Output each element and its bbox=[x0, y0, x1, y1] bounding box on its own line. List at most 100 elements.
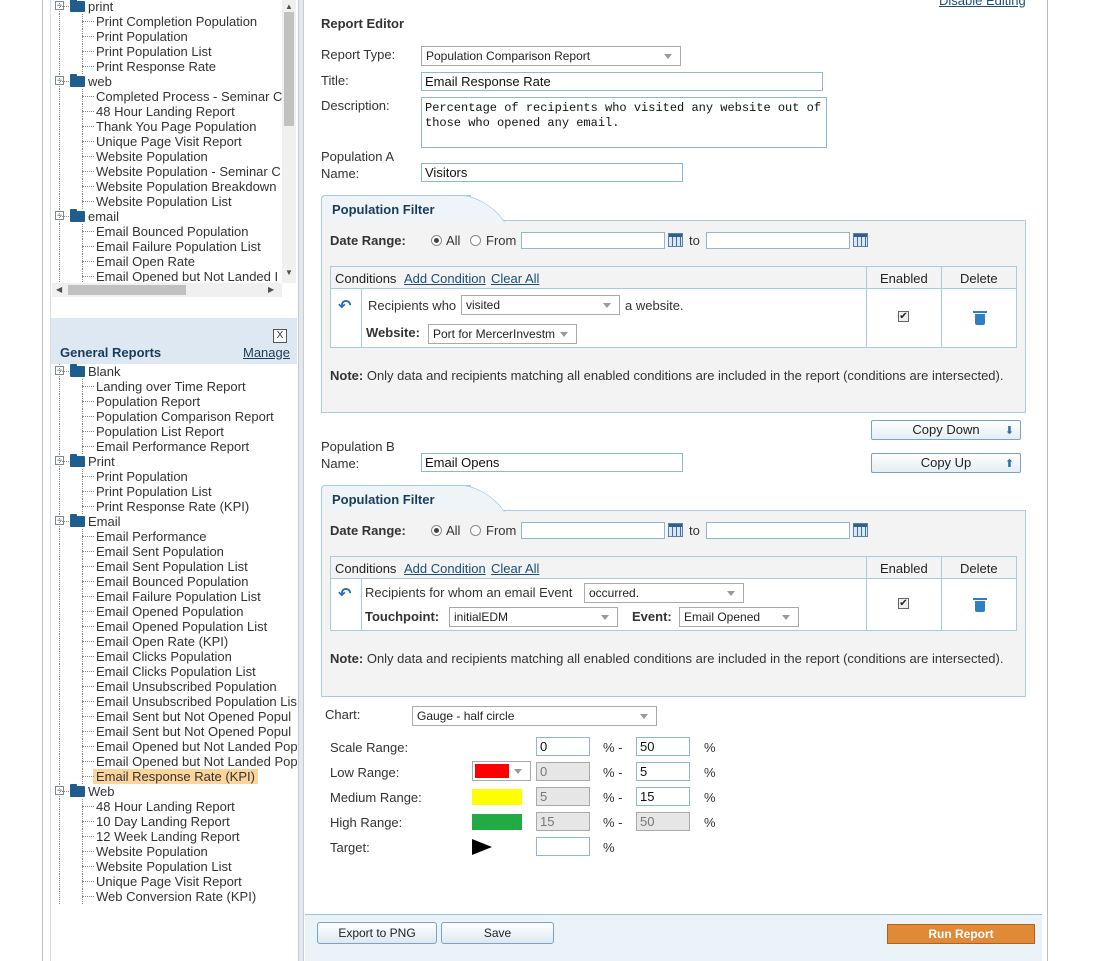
tree-item[interactable]: Population Report bbox=[52, 394, 298, 409]
date-from-input[interactable] bbox=[521, 522, 665, 539]
tree-item[interactable]: Email Failure Population List bbox=[52, 239, 282, 254]
tree-item[interactable]: Email Performance bbox=[52, 529, 298, 544]
tree-item[interactable]: Website Population List bbox=[52, 194, 282, 209]
tree-item[interactable]: Email Opened Population bbox=[52, 604, 298, 619]
tree-item[interactable]: Print Population bbox=[52, 29, 282, 44]
description-textarea[interactable] bbox=[421, 97, 827, 148]
undo-arrow-icon[interactable]: ↶ bbox=[338, 296, 351, 316]
tree-folder[interactable]: − email bbox=[52, 209, 282, 224]
tree-item[interactable]: Website Population bbox=[52, 844, 298, 859]
tree-item[interactable]: 48 Hour Landing Report bbox=[52, 799, 298, 814]
tree-folder[interactable]: − Blank bbox=[52, 364, 298, 379]
date-all-radio[interactable] bbox=[431, 525, 442, 536]
run-report-button[interactable]: Run Report bbox=[887, 924, 1035, 944]
chart-type-select[interactable]: Gauge - half circle bbox=[412, 706, 657, 726]
date-from-input[interactable] bbox=[521, 232, 665, 249]
tree-item[interactable]: Print Population List bbox=[52, 44, 282, 59]
tree-item[interactable]: Unique Page Visit Report bbox=[52, 134, 282, 149]
scroll-up-icon[interactable]: ▲ bbox=[285, 2, 293, 11]
copy-down-button[interactable]: Copy Down ⬇ bbox=[871, 420, 1021, 440]
tree-item[interactable]: Email Bounced Population bbox=[52, 224, 282, 239]
tree-item[interactable]: Email Opened but Not Landed I bbox=[52, 269, 282, 282]
trash-icon[interactable] bbox=[973, 311, 987, 325]
tree-item[interactable]: Email Response Rate (KPI) bbox=[52, 769, 298, 784]
tree-item[interactable]: Completed Process - Seminar C bbox=[52, 89, 282, 104]
tree-folder[interactable]: − Web bbox=[52, 784, 298, 799]
tree-folder[interactable]: − web bbox=[52, 74, 282, 89]
low-color-select[interactable] bbox=[472, 761, 531, 781]
tree-item[interactable]: Email Sent Population List bbox=[52, 559, 298, 574]
touchpoint-select[interactable]: initialEDM bbox=[449, 607, 618, 627]
date-to-input[interactable] bbox=[706, 232, 850, 249]
date-from-radio[interactable] bbox=[470, 235, 481, 246]
medium-max-input[interactable]: 15 bbox=[636, 787, 690, 806]
tree-item[interactable]: 12 Week Landing Report bbox=[52, 829, 298, 844]
tree-item[interactable]: Population List Report bbox=[52, 424, 298, 439]
tree-item[interactable]: 10 Day Landing Report bbox=[52, 814, 298, 829]
date-all-radio[interactable] bbox=[431, 235, 442, 246]
scroll-thumb-h[interactable] bbox=[68, 285, 186, 295]
tree-item[interactable]: Print Response Rate bbox=[52, 59, 282, 74]
tree-item[interactable]: Email Bounced Population bbox=[52, 574, 298, 589]
tree-item[interactable]: Email Open Rate (KPI) bbox=[52, 634, 298, 649]
tree-item[interactable]: Website Population - Seminar C bbox=[52, 164, 282, 179]
population-b-name-input[interactable]: Email Opens bbox=[421, 453, 683, 472]
tree-item[interactable]: Print Completion Population bbox=[52, 14, 282, 29]
title-input[interactable]: Email Response Rate bbox=[421, 72, 823, 91]
tree-folder[interactable]: − print bbox=[52, 0, 282, 14]
export-png-button[interactable]: Export to PNG bbox=[317, 922, 437, 944]
tree-item[interactable]: Email Opened Population List bbox=[52, 619, 298, 634]
condition-a-verb-select[interactable]: visited bbox=[461, 295, 620, 315]
calendar-icon[interactable] bbox=[853, 523, 868, 537]
save-button[interactable]: Save bbox=[441, 922, 554, 944]
tree-item[interactable]: Email Unsubscribed Population bbox=[52, 679, 298, 694]
tree-item[interactable]: Email Sent Population bbox=[52, 544, 298, 559]
scale-max-input[interactable]: 50 bbox=[636, 737, 690, 756]
tree-item[interactable]: 48 Hour Landing Report bbox=[52, 104, 282, 119]
tree-item[interactable]: Email Sent but Not Opened Popul bbox=[52, 709, 298, 724]
tree-item[interactable]: Email Clicks Population List bbox=[52, 664, 298, 679]
tree-item[interactable]: Email Open Rate bbox=[52, 254, 282, 269]
tree-item[interactable]: Population Comparison Report bbox=[52, 409, 298, 424]
tree-item[interactable]: Email Opened but Not Landed Pop bbox=[52, 739, 298, 754]
calendar-icon[interactable] bbox=[668, 233, 683, 247]
trash-icon[interactable] bbox=[973, 598, 987, 612]
undo-arrow-icon[interactable]: ↶ bbox=[338, 584, 351, 604]
tree-item[interactable]: Print Population bbox=[52, 469, 298, 484]
condition-b-enabled-checkbox[interactable]: ✔ bbox=[898, 598, 909, 609]
scale-min-input[interactable]: 0 bbox=[536, 737, 590, 756]
condition-b-event-select[interactable]: occurred. bbox=[584, 583, 744, 603]
tree-vertical-scrollbar[interactable]: ▲ ▼ bbox=[282, 0, 296, 283]
calendar-icon[interactable] bbox=[668, 523, 683, 537]
tree-item[interactable]: Email Failure Population List bbox=[52, 589, 298, 604]
tree-folder[interactable]: − Print bbox=[52, 454, 298, 469]
high-color-swatch[interactable] bbox=[472, 814, 522, 830]
scroll-right-icon[interactable]: ▶ bbox=[268, 285, 274, 294]
report-type-select[interactable]: Population Comparison Report bbox=[421, 46, 681, 66]
add-condition-link[interactable]: Add Condition bbox=[404, 561, 486, 576]
copy-up-button[interactable]: Copy Up ⬆ bbox=[871, 453, 1021, 473]
calendar-icon[interactable] bbox=[853, 233, 868, 247]
disable-editing-link[interactable]: Disable Editing bbox=[939, 0, 1026, 8]
condition-a-enabled-checkbox[interactable]: ✔ bbox=[898, 311, 909, 322]
date-from-radio[interactable] bbox=[470, 525, 481, 536]
tree-item[interactable]: Web Conversion Rate (KPI) bbox=[52, 889, 298, 904]
tree-item[interactable]: Email Performance Report bbox=[52, 439, 298, 454]
tree-item[interactable]: Landing over Time Report bbox=[52, 379, 298, 394]
tree-item[interactable]: Website Population bbox=[52, 149, 282, 164]
medium-color-swatch[interactable] bbox=[472, 789, 522, 805]
tree-item[interactable]: Website Population List bbox=[52, 859, 298, 874]
date-to-input[interactable] bbox=[706, 522, 850, 539]
tree-item[interactable]: Print Response Rate (KPI) bbox=[52, 499, 298, 514]
close-icon[interactable]: X bbox=[273, 329, 287, 343]
scroll-down-icon[interactable]: ▼ bbox=[285, 268, 293, 277]
panel-splitter[interactable] bbox=[298, 0, 304, 961]
tree-item[interactable]: Website Population Breakdown bbox=[52, 179, 282, 194]
target-input[interactable] bbox=[536, 837, 590, 856]
tree-item[interactable]: Thank You Page Population bbox=[52, 119, 282, 134]
tree-item[interactable]: Unique Page Visit Report bbox=[52, 874, 298, 889]
tree-item[interactable]: Email Sent but Not Opened Popul bbox=[52, 724, 298, 739]
clear-all-link[interactable]: Clear All bbox=[491, 561, 539, 576]
tree-folder[interactable]: − Email bbox=[52, 514, 298, 529]
event-select[interactable]: Email Opened bbox=[679, 607, 799, 627]
